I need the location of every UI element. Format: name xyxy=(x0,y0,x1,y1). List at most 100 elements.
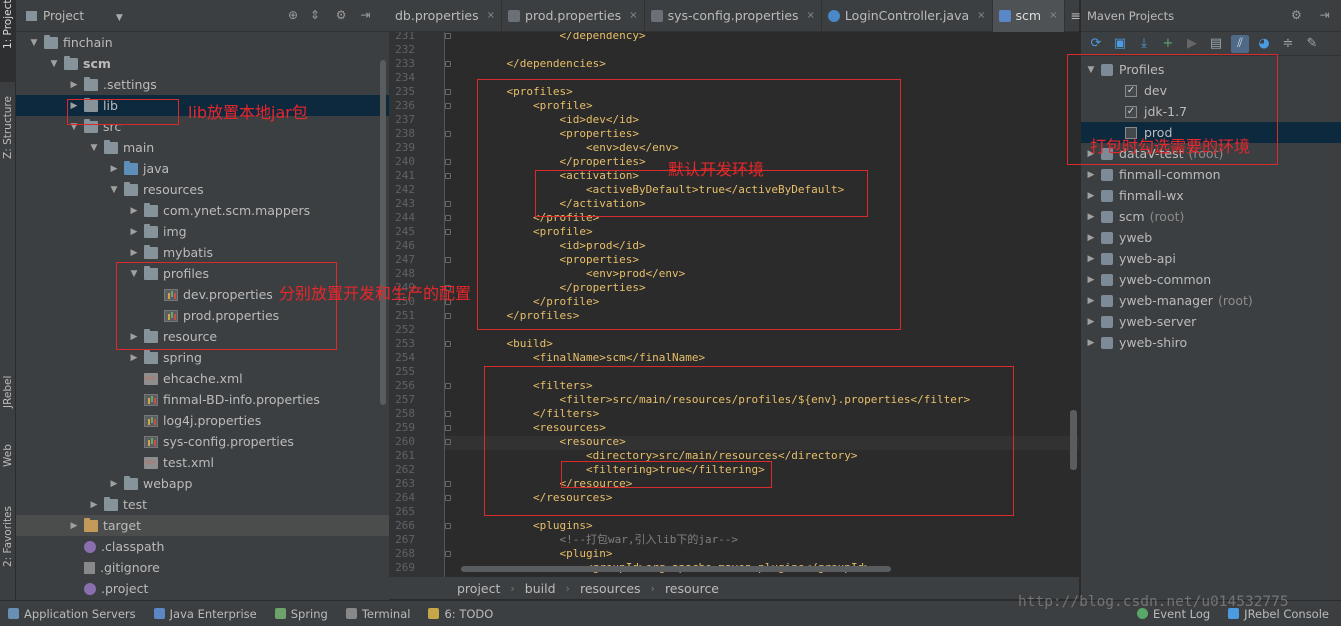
editor-tab[interactable]: prod.properties × xyxy=(502,0,645,32)
close-icon[interactable]: × xyxy=(487,10,495,21)
chevron-down-icon[interactable]: ▼ xyxy=(28,38,40,48)
fold-marker-icon[interactable] xyxy=(445,159,451,165)
close-icon[interactable]: × xyxy=(1049,10,1057,21)
editor-vertical-scrollbar[interactable] xyxy=(1070,410,1077,470)
maven-project-item[interactable]: ▶ yweb-shiro xyxy=(1081,332,1341,353)
fold-marker-icon[interactable] xyxy=(445,131,451,137)
breadcrumb-item[interactable]: resource xyxy=(665,581,719,596)
chevron-right-icon[interactable]: ▶ xyxy=(128,227,140,237)
maven-project-item[interactable]: ▶ yweb xyxy=(1081,227,1341,248)
chevron-right-icon[interactable]: ▶ xyxy=(1085,296,1097,306)
tree-item[interactable]: .classpath xyxy=(16,536,389,557)
fold-marker-icon[interactable] xyxy=(445,229,451,235)
wrench-icon[interactable]: ✎ xyxy=(1303,35,1321,53)
editor-tab[interactable]: scm × xyxy=(992,0,1065,32)
gear-icon[interactable]: ⚙ xyxy=(336,8,347,22)
fold-marker-icon[interactable] xyxy=(445,257,451,263)
fold-marker-icon[interactable] xyxy=(445,439,451,445)
editor-tab[interactable]: db.properties × xyxy=(389,0,503,32)
java-enterprise-button[interactable]: Java Enterprise xyxy=(146,601,267,626)
breadcrumb-item[interactable]: resources xyxy=(580,581,641,596)
gear-icon[interactable]: ⚙ xyxy=(1291,8,1302,22)
chevron-right-icon[interactable]: ▶ xyxy=(108,479,120,489)
chevron-right-icon[interactable]: ▶ xyxy=(128,206,140,216)
chevron-right-icon[interactable]: ▶ xyxy=(88,500,100,510)
tree-item[interactable]: log4j.properties xyxy=(16,410,389,431)
run-config-icon[interactable]: ▤ xyxy=(1207,35,1225,53)
chevron-right-icon[interactable]: ▶ xyxy=(68,521,80,531)
chevron-right-icon[interactable]: ▶ xyxy=(1085,170,1097,180)
close-icon[interactable]: × xyxy=(807,10,815,21)
fold-marker-icon[interactable] xyxy=(445,551,451,557)
fold-marker-icon[interactable] xyxy=(445,523,451,529)
chevron-down-icon[interactable]: ▼ xyxy=(88,143,100,153)
collapse-all-icon[interactable]: ⇕ xyxy=(310,8,320,22)
tree-item[interactable]: ▼ scm xyxy=(16,53,389,74)
tree-item[interactable]: ▶ java xyxy=(16,158,389,179)
chevron-right-icon[interactable]: ▶ xyxy=(1085,338,1097,348)
hide-panel-icon[interactable]: ⇥ xyxy=(360,8,370,22)
tree-item[interactable]: ▼ finchain xyxy=(16,32,389,53)
maven-project-item[interactable]: ▶ finmall-common xyxy=(1081,164,1341,185)
chevron-right-icon[interactable]: ▶ xyxy=(1085,233,1097,243)
close-icon[interactable]: × xyxy=(977,10,985,21)
fold-marker-icon[interactable] xyxy=(445,411,451,417)
project-view-selector[interactable]: Project ▼ xyxy=(26,9,123,23)
chevron-right-icon[interactable]: ▶ xyxy=(128,353,140,363)
project-scrollbar[interactable] xyxy=(380,60,386,405)
structure-tool-tab[interactable]: Z: Structure xyxy=(0,96,16,182)
toggle-offline-icon[interactable]: ⫽ xyxy=(1231,34,1249,53)
chevron-right-icon[interactable]: ▶ xyxy=(1085,254,1097,264)
fold-marker-icon[interactable] xyxy=(445,103,451,109)
fold-marker-icon[interactable] xyxy=(445,33,451,39)
tree-item[interactable]: sys-config.properties xyxy=(16,431,389,452)
tree-item[interactable]: ▶ mybatis xyxy=(16,242,389,263)
maven-project-item[interactable]: ▶ yweb-api xyxy=(1081,248,1341,269)
maven-project-item[interactable]: ▶ finmall-wx xyxy=(1081,185,1341,206)
execute-goal-icon[interactable]: ◕ xyxy=(1255,35,1273,53)
tree-item[interactable]: ▶ .settings xyxy=(16,74,389,95)
tree-item[interactable]: ▶ spring xyxy=(16,347,389,368)
tree-item[interactable]: ▶ webapp xyxy=(16,473,389,494)
fold-marker-icon[interactable] xyxy=(445,313,451,319)
tree-item[interactable]: .gitignore xyxy=(16,557,389,578)
maven-project-item[interactable]: ▶ yweb-server xyxy=(1081,311,1341,332)
reimport-icon[interactable]: ⟳ xyxy=(1087,35,1105,53)
fold-marker-icon[interactable] xyxy=(445,61,451,67)
generate-sources-icon[interactable]: ▣ xyxy=(1111,35,1129,53)
jrebel-tool-tab[interactable]: JRebel xyxy=(0,376,16,432)
chevron-right-icon[interactable]: ▶ xyxy=(68,80,80,90)
editor-tab[interactable]: LoginController.java × xyxy=(822,0,993,32)
tree-item[interactable]: ▶ com.ynet.scm.mappers xyxy=(16,200,389,221)
tree-item[interactable]: test.xml xyxy=(16,452,389,473)
editor-tab[interactable]: sys-config.properties × xyxy=(645,0,822,32)
application-servers-button[interactable]: Application Servers xyxy=(0,601,146,626)
scroll-from-source-icon[interactable]: ⊕ xyxy=(288,8,298,22)
todo-button[interactable]: 6: TODO xyxy=(420,601,503,626)
breadcrumb-item[interactable]: build xyxy=(525,581,556,596)
tree-item[interactable]: ▶ test xyxy=(16,494,389,515)
fold-marker-icon[interactable] xyxy=(445,425,451,431)
chevron-right-icon[interactable]: ▶ xyxy=(1085,275,1097,285)
add-project-icon[interactable]: + xyxy=(1159,35,1177,53)
fold-marker-icon[interactable] xyxy=(445,173,451,179)
breadcrumb-item[interactable]: project xyxy=(457,581,500,596)
fold-marker-icon[interactable] xyxy=(445,89,451,95)
close-icon[interactable]: × xyxy=(629,10,637,21)
web-tool-tab[interactable]: Web xyxy=(0,444,16,492)
editor-horizontal-scrollbar[interactable] xyxy=(461,566,891,572)
tree-item[interactable]: finmal-BD-info.properties xyxy=(16,389,389,410)
chevron-right-icon[interactable]: ▶ xyxy=(1085,317,1097,327)
fold-marker-icon[interactable] xyxy=(445,481,451,487)
spring-button[interactable]: Spring xyxy=(267,601,338,626)
chevron-right-icon[interactable]: ▶ xyxy=(1085,212,1097,222)
collapse-all-icon[interactable]: ≑ xyxy=(1279,35,1297,53)
terminal-button[interactable]: Terminal xyxy=(338,601,421,626)
fold-marker-icon[interactable] xyxy=(445,201,451,207)
tree-item[interactable]: ▶ img xyxy=(16,221,389,242)
tree-item[interactable]: ▼ resources xyxy=(16,179,389,200)
project-tool-tab[interactable]: 1: Project xyxy=(0,0,16,82)
fold-marker-icon[interactable] xyxy=(445,495,451,501)
tree-item[interactable]: ▼ main xyxy=(16,137,389,158)
chevron-right-icon[interactable]: ▶ xyxy=(108,164,120,174)
